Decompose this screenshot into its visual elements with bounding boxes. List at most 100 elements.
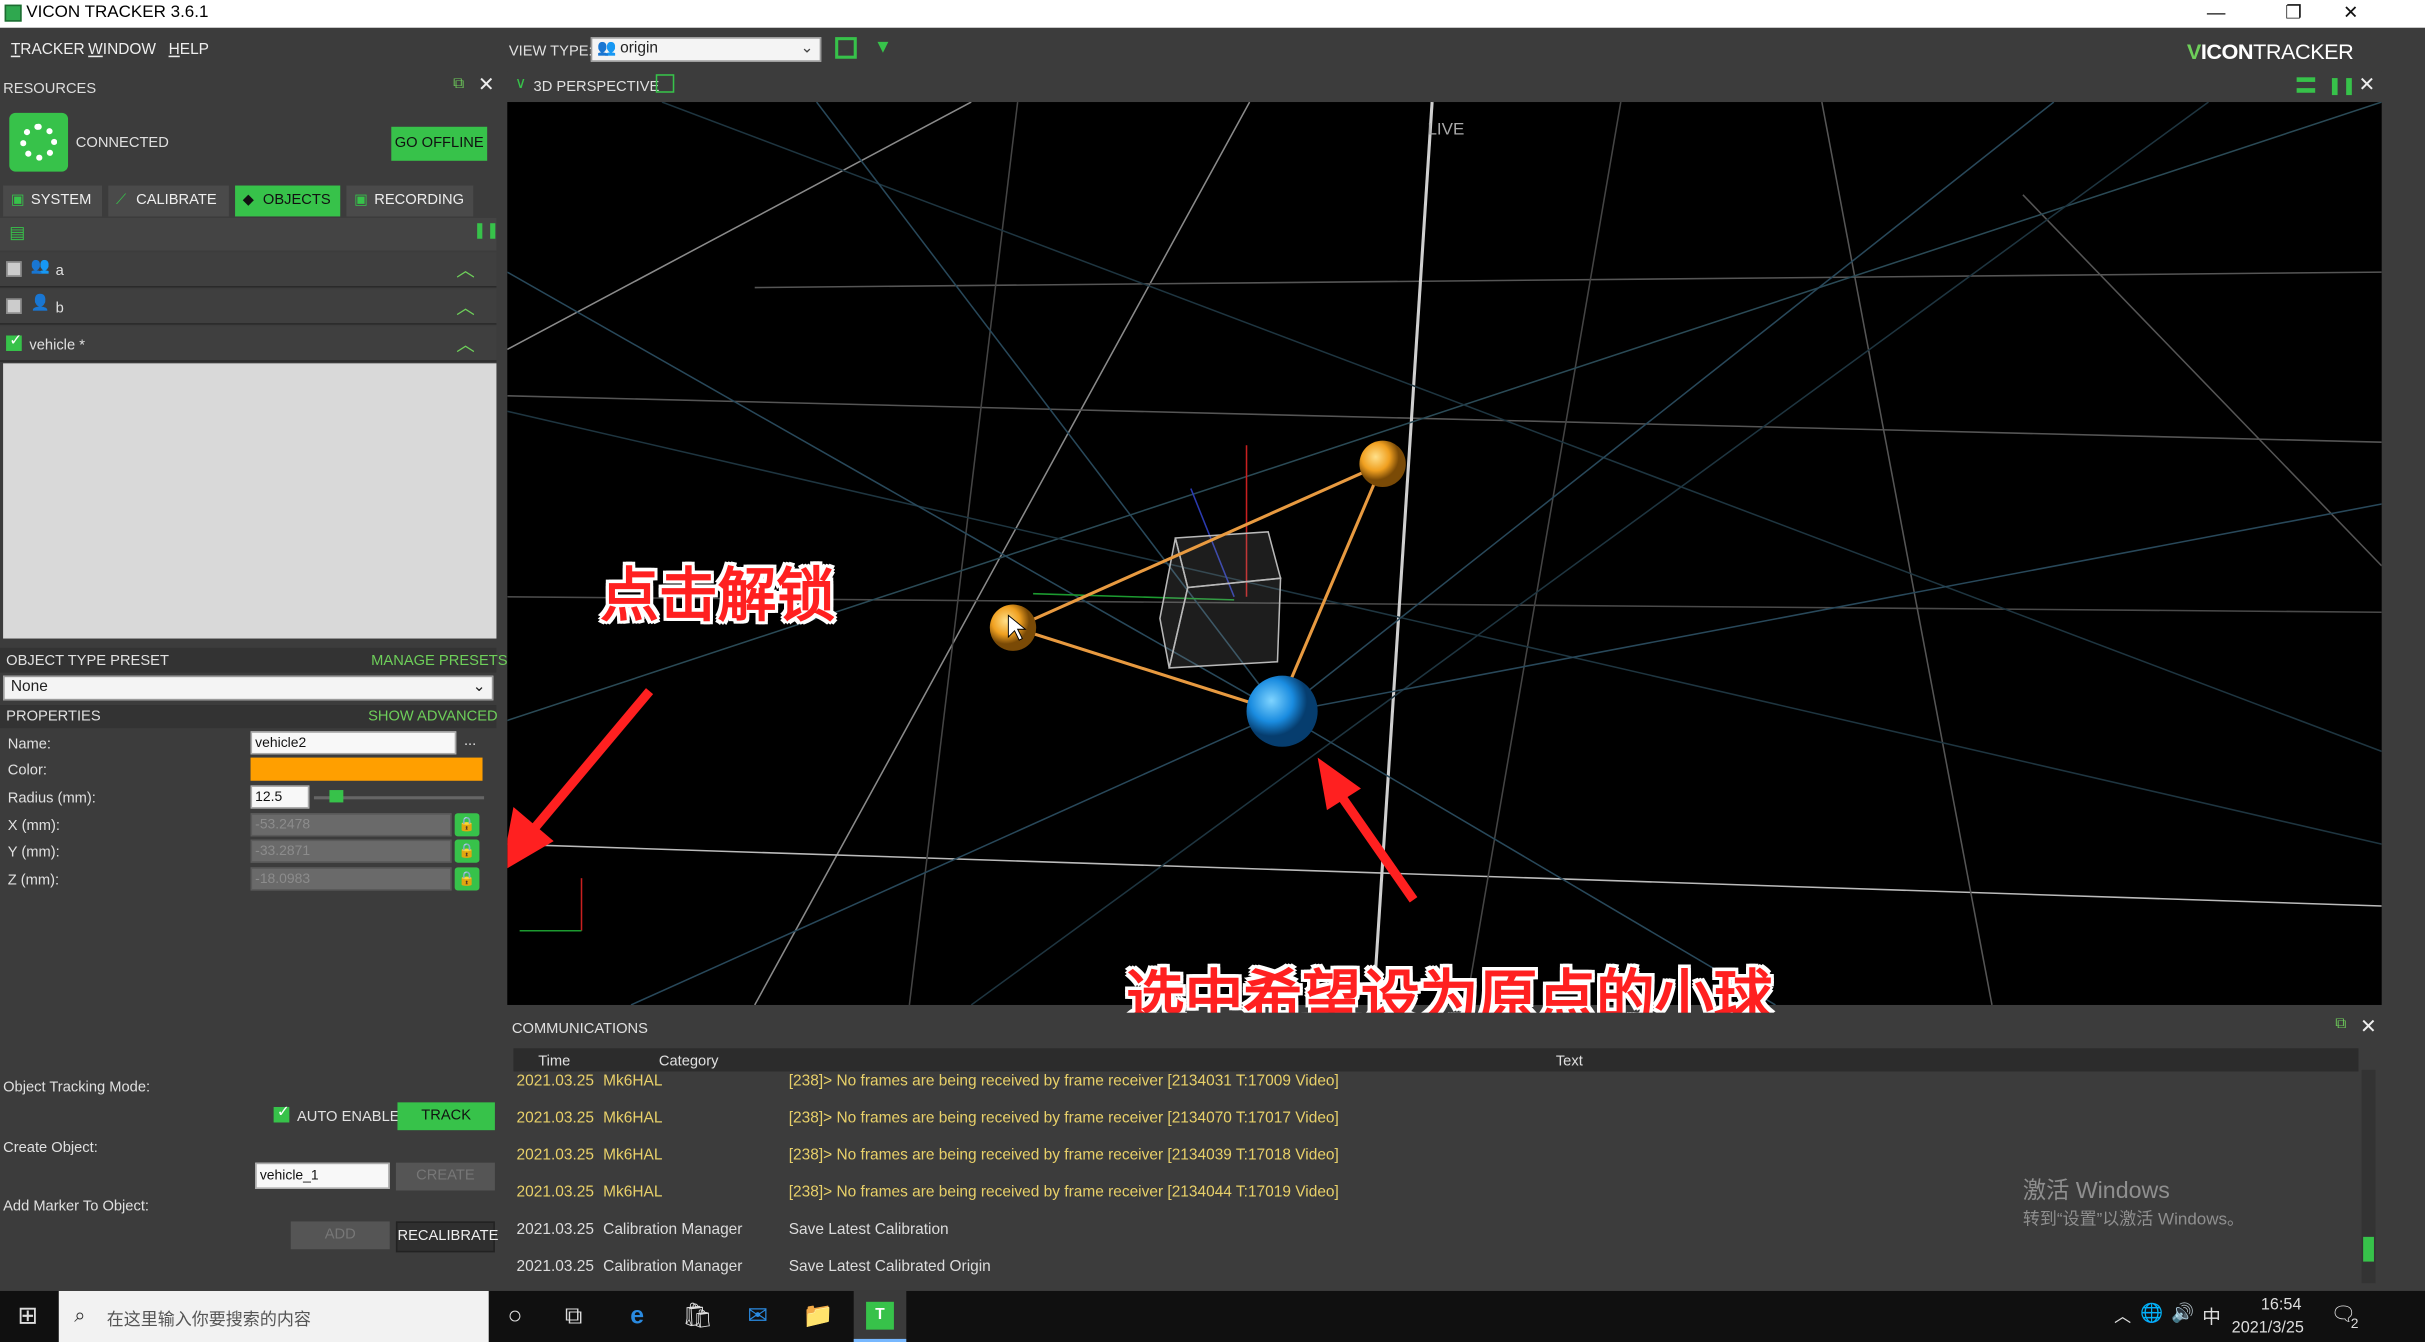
column-time[interactable]: Time [538,1053,570,1070]
show-advanced-link[interactable]: SHOW ADVANCED [368,708,498,725]
volume-icon[interactable]: 🔊 [2171,1302,2194,1324]
cortana-icon[interactable]: ○ [500,1302,531,1333]
menu-help[interactable]: HELP [169,42,209,59]
column-text[interactable]: Text [1556,1053,1583,1070]
comms-row[interactable]: 2021.03.25 Mk6HAL [238]> No frames are bei… [517,1073,2342,1095]
vehicle-bounding-box [1159,531,1282,669]
properties-title: PROPERTIES [6,708,101,726]
chevron-down-icon[interactable]: ∨ [515,76,526,93]
name-more-button[interactable]: ... [464,733,476,750]
tab-recording[interactable]: ▣ RECORDING [346,185,474,217]
radius-slider-handle[interactable] [329,790,344,803]
communications-title: COMMUNICATIONS [511,1020,648,1038]
save-icon[interactable] [835,37,857,59]
camera-icon[interactable] [655,74,675,93]
notification-count: 2 [2350,1315,2359,1332]
comms-scrollbar[interactable] [2361,1069,2376,1284]
name-field[interactable]: vehicle2 [250,731,457,755]
add-button[interactable]: ADD [290,1221,390,1250]
column-category[interactable]: Category [659,1053,719,1070]
collapse-icon[interactable]: ︿ [456,294,475,320]
windows-start-icon[interactable]: ⊞ [12,1302,43,1333]
view-type-label: VIEW TYPE: [508,43,593,61]
close-viewport-icon[interactable]: ✕ [2358,73,2375,98]
tab-objects[interactable]: ◆ OBJECTS [235,185,341,217]
pause-icon[interactable]: ❚❚ [473,223,499,240]
collapse-icon[interactable]: ︿ [456,331,475,357]
comms-time: 2021.03.25 [516,1258,594,1276]
menu-window[interactable]: WINDOW [88,42,156,59]
clock-time[interactable]: 16:54 [2243,1296,2320,1315]
file-explorer-icon[interactable]: 📁 [803,1302,834,1333]
recalibrate-button[interactable]: RECALIBRATE [395,1221,498,1253]
resources-title: RESOURCES [3,80,97,98]
chip-icon: ▣ [10,191,25,209]
tab-calibrate[interactable]: ⟋ CALIBRATE [108,185,229,217]
x-field[interactable]: -53.2478 [250,813,452,837]
comms-time: 2021.03.25 [516,1221,594,1239]
create-button[interactable]: CREATE [395,1162,495,1191]
close-panel-icon[interactable]: ✕ [478,73,495,98]
tab-system[interactable]: ▣ SYSTEM [3,185,103,217]
comms-row[interactable]: 2021.03.25 Mk6HAL [238]> No frames are bei… [517,1110,2342,1132]
manage-presets-link[interactable]: MANAGE PRESETS [371,652,507,669]
object-checkbox[interactable] [6,261,22,277]
object-checkbox[interactable] [6,298,22,314]
task-view-icon[interactable]: ⧉ [558,1302,589,1333]
vicon-taskbar-button[interactable]: T [853,1290,907,1342]
taskbar-search[interactable]: ⌕ 在这里输入你要搜索的内容 [58,1290,489,1342]
comms-category: Calibration Manager [603,1258,743,1276]
comms-category: Calibration Manager [603,1221,743,1239]
minimize-button[interactable]: — [2193,0,2239,28]
connection-status: CONNECTED [75,134,169,152]
object-icon[interactable]: ▤ [9,223,25,243]
undock-icon[interactable]: ⧉ [453,76,464,93]
collapse-icon[interactable]: ︿ [456,257,475,283]
object-row-b[interactable]: 👤 b ︿ [0,289,497,325]
clock-date[interactable]: 2021/3/25 [2232,1319,2304,1338]
tracking-mode-label: Object Tracking Mode: [3,1079,151,1097]
go-offline-button[interactable]: GO OFFLINE [391,126,488,161]
z-field[interactable]: -18.0983 [250,867,452,891]
menu-tracker[interactable]: TRACKER [11,42,85,59]
z-label: Z (mm): [7,871,60,889]
object-name: a [55,262,64,280]
preset-value: None [10,678,48,696]
lock-icon[interactable]: 🔒 [454,867,480,891]
comms-category: Mk6HAL [603,1184,663,1202]
object-name: vehicle * [29,337,85,355]
layout-icon[interactable] [2296,77,2316,93]
comms-text: [238]> No frames are being received by f… [788,1110,1339,1128]
preset-select[interactable]: None ⌄ [3,675,494,701]
marker-list[interactable] [3,363,497,639]
close-window-button[interactable]: ✕ [2328,0,2374,28]
edge-icon[interactable]: e [622,1302,653,1333]
close-panel-icon[interactable]: ✕ [2360,1014,2377,1039]
radius-field[interactable]: 12.5 [250,785,310,809]
auto-enable-checkbox[interactable] [273,1104,290,1123]
lock-icon[interactable]: 🔒 [454,813,480,837]
create-object-field[interactable]: vehicle_1 [255,1162,390,1189]
download-icon[interactable]: ▼ [874,36,892,58]
undock-icon[interactable]: ⧉ [2335,1016,2346,1033]
ime-indicator[interactable]: 中 [2202,1303,2221,1329]
track-button[interactable]: TRACK [397,1102,495,1131]
lock-icon[interactable]: 🔒 [454,839,480,863]
network-icon[interactable]: 🌐 [2140,1302,2163,1324]
y-field[interactable]: -33.2871 [250,839,452,863]
comms-row[interactable]: 2021.03.25 Calibration Manager Save Latest… [517,1259,2342,1281]
mail-icon[interactable]: ✉ [742,1302,773,1333]
store-icon[interactable]: 🛍 [682,1302,713,1333]
object-checkbox[interactable] [6,332,22,351]
comms-row[interactable]: 2021.03.25 Mk6HAL [238]> No frames are bei… [517,1147,2342,1169]
view-type-value: origin [620,40,659,58]
pause-icon[interactable]: ❚❚ [2328,76,2357,96]
color-swatch[interactable] [250,757,483,781]
scrollbar-thumb[interactable] [2363,1236,2374,1262]
view-type-select[interactable]: 👥 origin ⌄ [590,37,822,62]
restore-button[interactable]: ❐ [2270,0,2316,28]
object-row-a[interactable]: 👥 a ︿ [0,252,497,288]
comms-time: 2021.03.25 [516,1110,594,1128]
object-row-vehicle[interactable]: vehicle * ︿ [0,326,497,362]
tray-expand-icon[interactable]: ︿ [2114,1303,2131,1328]
